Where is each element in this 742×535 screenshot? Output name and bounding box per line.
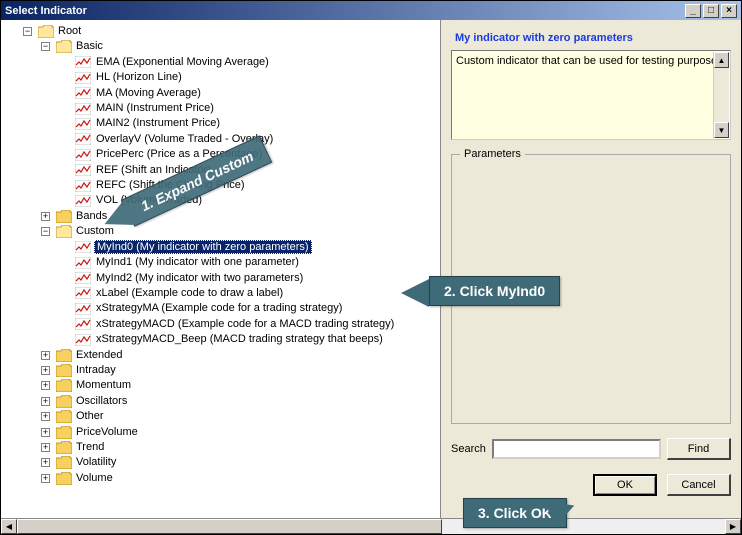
scroll-left-icon[interactable]: ◀ bbox=[1, 519, 17, 534]
tree-node-root[interactable]: Root bbox=[56, 25, 83, 37]
tree-leaf[interactable]: MyInd0 (My indicator with zero parameter… bbox=[94, 240, 312, 254]
minimize-button[interactable]: _ bbox=[685, 4, 701, 18]
tree-leaf[interactable]: MyInd1 (My indicator with one parameter) bbox=[94, 256, 301, 268]
tree-node-folder[interactable]: Oscillators bbox=[74, 395, 129, 407]
folder-icon bbox=[56, 379, 72, 392]
folder-icon bbox=[56, 472, 72, 485]
tree-leaf[interactable]: EMA (Exponential Moving Average) bbox=[94, 56, 271, 68]
maximize-button[interactable]: □ bbox=[703, 4, 719, 18]
scrollbar-track[interactable] bbox=[17, 519, 725, 534]
tree-node-folder[interactable]: Extended bbox=[74, 349, 124, 361]
expander-icon[interactable] bbox=[41, 428, 50, 437]
folder-icon bbox=[56, 225, 72, 238]
description-scrollbar[interactable]: ▲ ▼ bbox=[713, 52, 729, 138]
tree-leaf[interactable]: REF (Shift an Indicator) bbox=[94, 164, 213, 176]
expander-icon[interactable] bbox=[41, 212, 50, 221]
expander-icon[interactable] bbox=[41, 412, 50, 421]
scrollbar-thumb[interactable] bbox=[17, 519, 442, 534]
tree-leaf[interactable]: VOL (Volume Traded) bbox=[94, 194, 204, 206]
scroll-up-icon[interactable]: ▲ bbox=[714, 52, 729, 68]
tree-leaf[interactable]: MA (Moving Average) bbox=[94, 87, 203, 99]
horizontal-scrollbar[interactable]: ◀ ▶ bbox=[1, 518, 741, 534]
ok-button[interactable]: OK bbox=[593, 474, 657, 496]
cancel-button[interactable]: Cancel bbox=[667, 474, 731, 496]
chart-icon bbox=[75, 195, 91, 207]
chart-icon bbox=[75, 103, 91, 115]
indicator-heading: My indicator with zero parameters bbox=[455, 32, 731, 44]
tree-leaf[interactable]: xStrategyMACD (Example code for a MACD t… bbox=[94, 318, 396, 330]
details-panel: My indicator with zero parameters Custom… bbox=[441, 20, 741, 518]
tree-leaf[interactable]: MAIN (Instrument Price) bbox=[94, 102, 216, 114]
expander-icon[interactable] bbox=[41, 474, 50, 483]
chart-icon bbox=[75, 241, 91, 253]
parameters-fieldset: Parameters bbox=[451, 154, 731, 424]
chart-icon bbox=[75, 133, 91, 145]
scroll-down-icon[interactable]: ▼ bbox=[714, 122, 729, 138]
tree-leaf[interactable]: xLabel (Example code to draw a label) bbox=[94, 287, 285, 299]
folder-icon bbox=[56, 456, 72, 469]
folder-icon bbox=[56, 395, 72, 408]
tree-node-folder[interactable]: Volume bbox=[74, 472, 115, 484]
tree-node-folder[interactable]: Other bbox=[74, 410, 106, 422]
chart-icon bbox=[75, 318, 91, 330]
search-input[interactable] bbox=[492, 439, 661, 459]
tree-leaf[interactable]: PricePerc (Price as a Percentage) bbox=[94, 148, 264, 160]
tree-node-basic[interactable]: Basic bbox=[74, 40, 105, 52]
close-button[interactable]: × bbox=[721, 4, 737, 18]
titlebar[interactable]: Select Indicator _ □ × bbox=[1, 1, 741, 20]
expander-icon[interactable] bbox=[23, 27, 32, 36]
expander-icon[interactable] bbox=[41, 458, 50, 467]
expander-icon[interactable] bbox=[41, 227, 50, 236]
expander-icon[interactable] bbox=[41, 397, 50, 406]
folder-icon bbox=[56, 426, 72, 439]
description-text: Custom indicator that can be used for te… bbox=[456, 55, 726, 67]
chart-icon bbox=[75, 149, 91, 161]
chart-icon bbox=[75, 56, 91, 68]
tree-leaf[interactable]: OverlayV (Volume Traded - Overlay) bbox=[94, 133, 275, 145]
chart-icon bbox=[75, 72, 91, 84]
chart-icon bbox=[75, 334, 91, 346]
chart-icon bbox=[75, 257, 91, 269]
expander-icon[interactable] bbox=[41, 366, 50, 375]
tree-leaf[interactable]: xStrategyMACD_Beep (MACD trading strateg… bbox=[94, 333, 385, 345]
chart-icon bbox=[75, 118, 91, 130]
folder-icon bbox=[56, 441, 72, 454]
tree-node-folder[interactable]: Intraday bbox=[74, 364, 118, 376]
scroll-right-icon[interactable]: ▶ bbox=[725, 519, 741, 534]
folder-icon bbox=[56, 40, 72, 53]
folder-icon bbox=[56, 410, 72, 423]
chart-icon bbox=[75, 87, 91, 99]
folder-icon bbox=[38, 25, 54, 38]
expander-icon[interactable] bbox=[41, 351, 50, 360]
select-indicator-dialog: Select Indicator _ □ × Root Basic EMA (E… bbox=[0, 0, 742, 535]
tree-leaf[interactable]: REFC (Shift the Closing Price) bbox=[94, 179, 247, 191]
tree-leaf[interactable]: HL (Horizon Line) bbox=[94, 71, 184, 83]
find-button[interactable]: Find bbox=[667, 438, 731, 460]
window-title: Select Indicator bbox=[5, 5, 87, 17]
folder-icon bbox=[56, 349, 72, 362]
tree-node-folder[interactable]: PriceVolume bbox=[74, 426, 140, 438]
folder-icon bbox=[56, 364, 72, 377]
chart-icon bbox=[75, 272, 91, 284]
tree-node-folder[interactable]: Volatility bbox=[74, 456, 118, 468]
tree-leaf[interactable]: MAIN2 (Instrument Price) bbox=[94, 117, 222, 129]
chart-icon bbox=[75, 164, 91, 176]
parameters-label: Parameters bbox=[460, 148, 525, 160]
description-box: Custom indicator that can be used for te… bbox=[451, 50, 731, 140]
expander-icon[interactable] bbox=[41, 42, 50, 51]
folder-icon bbox=[56, 210, 72, 223]
tree-leaf[interactable]: xStrategyMA (Example code for a trading … bbox=[94, 302, 344, 314]
chart-icon bbox=[75, 303, 91, 315]
expander-icon[interactable] bbox=[41, 381, 50, 390]
tree-panel: Root Basic EMA (Exponential Moving Avera… bbox=[1, 20, 441, 518]
tree-node-folder[interactable]: Momentum bbox=[74, 379, 133, 391]
chart-icon bbox=[75, 180, 91, 192]
chart-icon bbox=[75, 287, 91, 299]
tree-node-folder[interactable]: Trend bbox=[74, 441, 106, 453]
expander-icon[interactable] bbox=[41, 443, 50, 452]
search-label: Search bbox=[451, 443, 486, 455]
tree-leaf[interactable]: MyInd2 (My indicator with two parameters… bbox=[94, 272, 305, 284]
tree-node-custom[interactable]: Custom bbox=[74, 225, 116, 237]
tree-node-bands[interactable]: Bands bbox=[74, 210, 109, 222]
